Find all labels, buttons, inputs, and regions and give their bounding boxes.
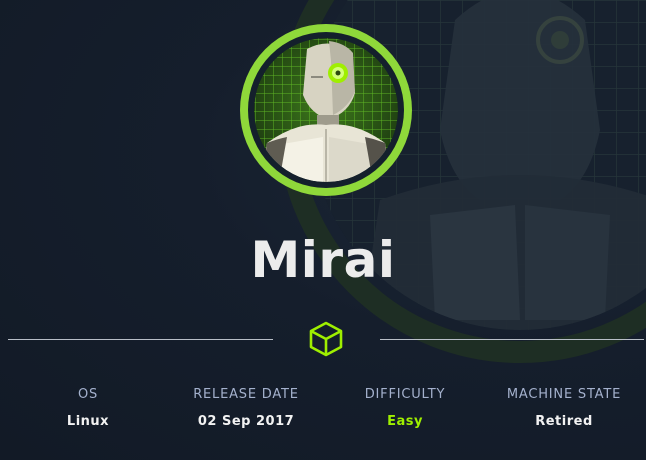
divider-line-left bbox=[8, 339, 273, 340]
release-date-value: 02 Sep 2017 bbox=[197, 414, 295, 429]
release-date-label: RELEASE DATE bbox=[193, 387, 299, 402]
difficulty-value: Easy bbox=[387, 414, 423, 429]
machine-state-label: MACHINE STATE bbox=[506, 387, 622, 402]
robot-avatar-icon bbox=[240, 24, 412, 196]
info-os: OS Linux bbox=[8, 386, 168, 430]
machine-avatar bbox=[237, 21, 415, 199]
os-label: OS bbox=[77, 387, 99, 402]
info-difficulty: DIFFICULTY Easy bbox=[325, 386, 485, 430]
cube-icon bbox=[309, 321, 343, 357]
machine-banner: Mirai OS Linux RELEASE DATE 02 Sep 2017 … bbox=[0, 0, 646, 460]
machine-state-value: Retired bbox=[535, 414, 593, 429]
os-value: Linux bbox=[66, 414, 110, 429]
divider-line-right bbox=[380, 339, 644, 340]
info-release-date: RELEASE DATE 02 Sep 2017 bbox=[166, 386, 326, 430]
difficulty-label: DIFFICULTY bbox=[364, 387, 446, 402]
info-machine-state: MACHINE STATE Retired bbox=[484, 386, 644, 430]
machine-name: Mirai bbox=[250, 231, 396, 289]
